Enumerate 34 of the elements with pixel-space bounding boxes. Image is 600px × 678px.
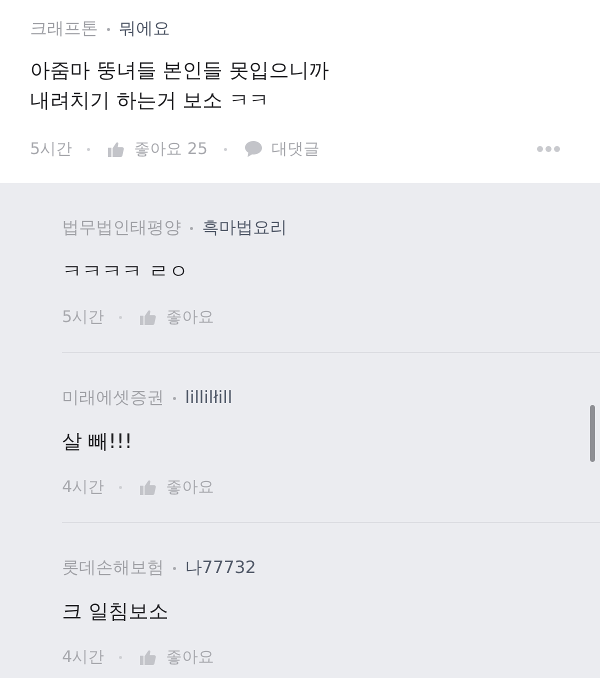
separator-dot-icon	[190, 226, 193, 230]
thumbs-up-icon	[108, 142, 124, 156]
timestamp: 4시간	[62, 476, 104, 498]
comment-text: ㅋㅋㅋㅋ ㄹㅇ	[62, 258, 190, 285]
author-nickname[interactable]: 흑마법요리	[202, 217, 287, 239]
author-nickname[interactable]: 나77732	[185, 557, 256, 579]
reply-button[interactable]: 대댓글	[244, 138, 320, 160]
author-nickname[interactable]: 뭐에요	[119, 18, 170, 40]
like-button[interactable]: 좋아요 25	[108, 138, 208, 160]
speech-bubble-icon	[244, 141, 262, 157]
comment-text: 아줌마 뚱녀들 본인들 못입으니까 내려치기 하는거 보소 ㅋㅋ	[30, 57, 330, 114]
comment-text: 크 일침보소	[62, 598, 170, 625]
author-affiliation: 미래에셋증권	[62, 387, 164, 409]
timestamp: 4시간	[62, 646, 104, 668]
separator-dot-icon	[107, 28, 110, 30]
separator-dot-icon	[87, 148, 90, 150]
author-affiliation: 롯데손해보험	[62, 557, 164, 579]
separator-dot-icon	[173, 396, 176, 400]
author-affiliation: 크래프톤	[30, 18, 98, 40]
thumbs-up-icon	[140, 650, 156, 664]
timestamp: 5시간	[62, 306, 104, 328]
comment-text: 살 빼!!!	[62, 428, 134, 455]
like-button[interactable]: 좋아요	[140, 306, 214, 328]
thumbs-up-icon	[140, 310, 156, 324]
thumbs-up-icon	[140, 480, 156, 494]
separator-dot-icon	[224, 148, 227, 150]
timestamp: 5시간	[30, 138, 72, 160]
scrollbar-thumb[interactable]	[590, 405, 595, 462]
separator-dot-icon	[173, 566, 176, 570]
like-button[interactable]: 좋아요	[140, 476, 214, 498]
author-nickname[interactable]: lillilłill	[185, 387, 232, 409]
author-affiliation: 법무법인태평양	[62, 217, 181, 239]
like-button[interactable]: 좋아요	[140, 646, 214, 668]
more-options-icon[interactable]	[537, 146, 560, 152]
